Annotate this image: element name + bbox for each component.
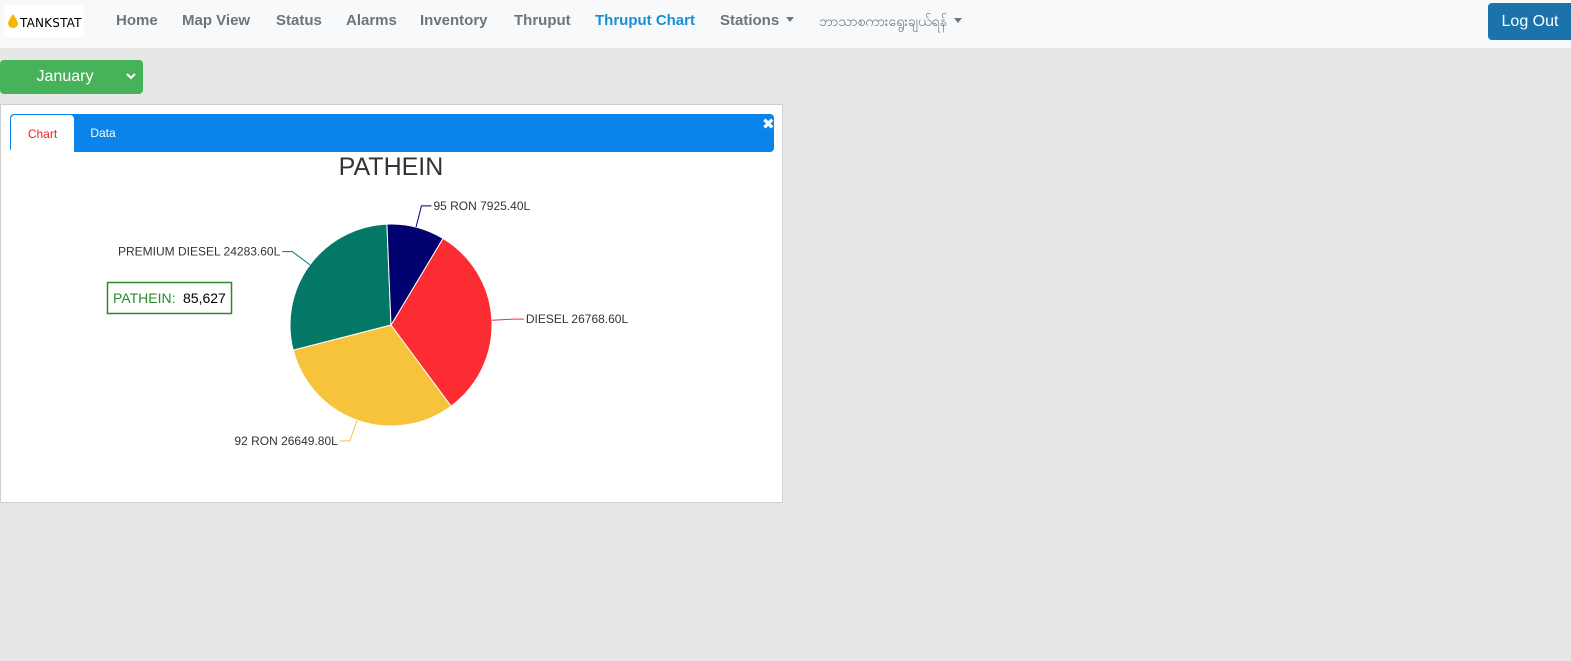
nav-stations-dropdown[interactable]: Stations [720, 12, 795, 29]
tab-data[interactable]: Data [82, 114, 124, 152]
pie-label-connector [415, 205, 432, 228]
chart-panel: PATHEIN DIESEL 26768.60L 92 RON 26649.80L P… [0, 104, 783, 503]
chart-title: PATHEIN [339, 153, 444, 181]
brand-name: TANKSTAT [20, 15, 82, 30]
nav-status[interactable]: Status [276, 12, 322, 29]
month-select[interactable]: January [0, 60, 143, 94]
tooltip-value: 85,627 [183, 290, 226, 306]
nav-language-label: ဘာသာစကားရွေးချယ်ရန် [819, 14, 947, 30]
pie-label-connector [282, 251, 311, 266]
brand-logo[interactable]: TANKSTAT [4, 5, 84, 37]
pie-data-label: 92 RON 26649.80L [234, 434, 338, 448]
pie-label-connector [339, 420, 358, 442]
nav-stations-label: Stations [720, 12, 780, 29]
tab-chart[interactable]: Chart [11, 115, 74, 152]
pie-data-label: PREMIUM DIESEL 24283.60L [118, 245, 281, 259]
nav-inventory[interactable]: Inventory [420, 12, 488, 29]
caret-down-icon [786, 17, 795, 22]
fuel-drop-icon [8, 14, 18, 28]
nav-thruput[interactable]: Thruput [514, 12, 571, 29]
caret-down-icon [953, 18, 962, 23]
month-select-value: January [36, 68, 94, 85]
pie-data-label: 95 RON 7925.40L [433, 199, 530, 213]
nav-thruput-chart[interactable]: Thruput Chart [595, 12, 695, 29]
logout-button[interactable]: Log Out [1488, 3, 1571, 40]
pie-data-label: DIESEL 26768.60L [526, 312, 629, 326]
nav-home[interactable]: Home [116, 12, 158, 29]
nav-map-view[interactable]: Map View [182, 12, 250, 29]
tab-bar: Chart Data ✖ [10, 114, 776, 152]
navbar: TANKSTAT Home Map View Status Alarms Inv… [0, 0, 1571, 48]
tooltip-series-name: PATHEIN: [113, 290, 176, 306]
chevron-down-icon [126, 73, 136, 80]
chart-tooltip: PATHEIN: 85,627 [106, 281, 233, 315]
nav-language-dropdown[interactable]: ဘာသာစကားရွေးချယ်ရန် [819, 12, 962, 33]
close-icon[interactable]: ✖ [762, 116, 776, 132]
pie-chart: PATHEIN DIESEL 26768.60L 92 RON 26649.80L P… [106, 153, 629, 448]
nav-alarms[interactable]: Alarms [346, 12, 397, 29]
pie-label-connector [491, 318, 524, 321]
